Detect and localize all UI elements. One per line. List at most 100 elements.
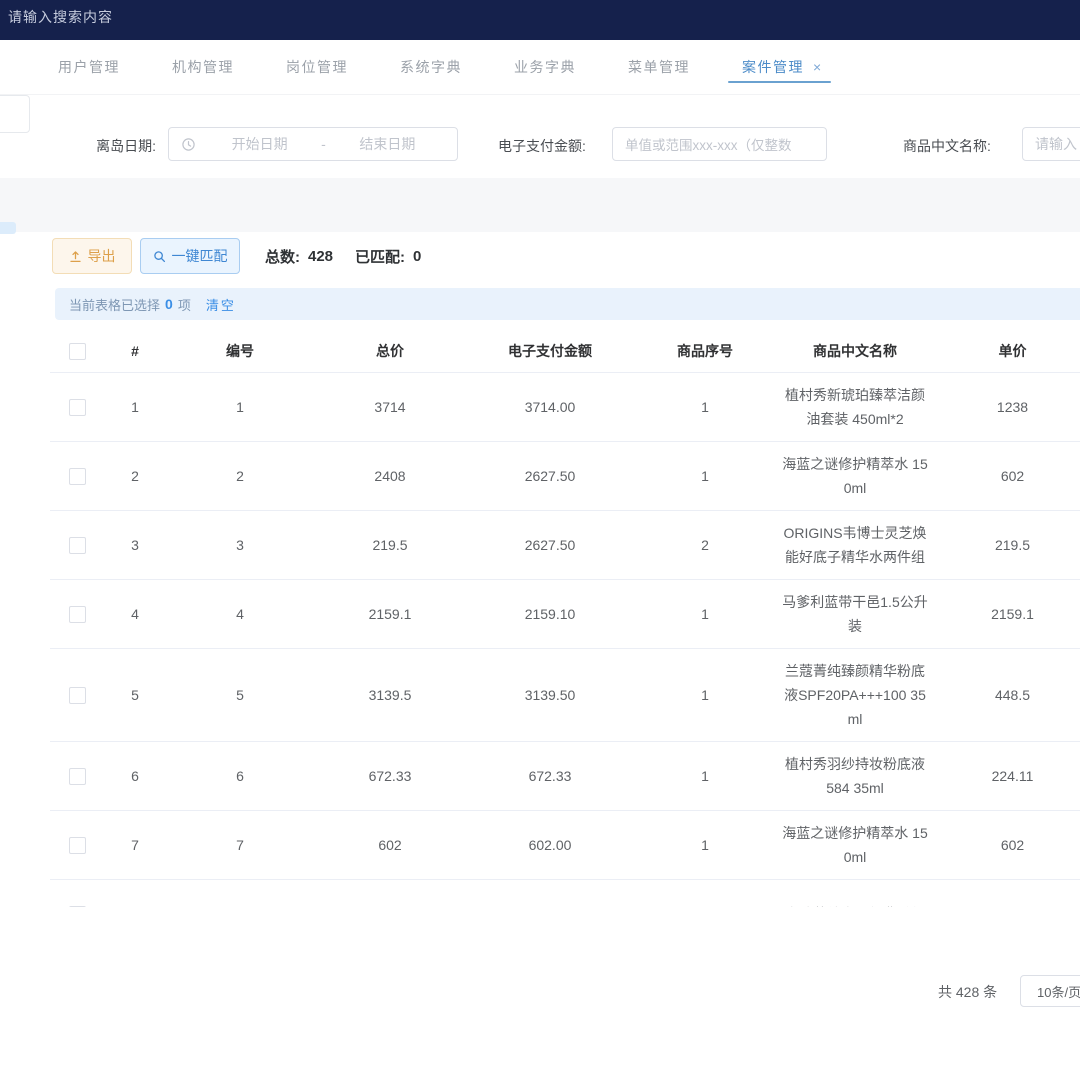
selection-prefix: 当前表格已选择 bbox=[69, 295, 160, 314]
row-checkbox[interactable] bbox=[69, 687, 86, 704]
tab-岗位管理[interactable]: 岗位管理 bbox=[286, 40, 348, 94]
column-header-epay_amount: 电子支付金额 bbox=[465, 330, 635, 372]
cell-checkbox bbox=[50, 880, 105, 907]
table-row: 553139.53139.501兰蔻菁纯臻颜精华粉底液SPF20PA+++100… bbox=[50, 649, 1080, 742]
cell-epay_amount: 1398.47 bbox=[465, 880, 635, 907]
table-header-row: #编号总价电子支付金额商品序号商品中文名称单价 bbox=[50, 330, 1080, 373]
clear-selection-link[interactable]: 清空 bbox=[206, 295, 236, 314]
cell-epay_amount: 3139.50 bbox=[465, 649, 635, 741]
product-name-input[interactable]: 请输入 bbox=[1022, 127, 1080, 161]
table-row: 33219.52627.502ORIGINS韦博士灵芝焕能好底子精华水两件组21… bbox=[50, 511, 1080, 580]
row-checkbox[interactable] bbox=[69, 399, 86, 416]
tab-label: 案件管理 bbox=[742, 57, 804, 77]
cell-code: 4 bbox=[165, 580, 315, 648]
one-click-match-button[interactable]: 一键匹配 bbox=[140, 238, 240, 274]
cell-code: 1 bbox=[165, 373, 315, 441]
row-checkbox[interactable] bbox=[69, 537, 86, 554]
date-end-placeholder: 结束日期 bbox=[330, 134, 445, 154]
close-icon[interactable]: × bbox=[813, 60, 823, 74]
cell-total_price: 219.5 bbox=[315, 511, 465, 579]
total-count-value: 428 bbox=[308, 248, 333, 265]
pagination-total: 共 428 条 bbox=[938, 982, 997, 1002]
table-row: 77602602.001海蓝之谜修护精萃水 150ml602 bbox=[50, 811, 1080, 880]
tab-系统字典[interactable]: 系统字典 bbox=[400, 40, 462, 94]
cell-total_price: 672.33 bbox=[315, 742, 465, 810]
cell-checkbox bbox=[50, 580, 105, 648]
date-range-separator: - bbox=[317, 136, 330, 152]
cell-unit_price: 224.11 bbox=[935, 742, 1080, 810]
date-filter-label: 离岛日期: bbox=[60, 136, 156, 156]
cell-code: 3 bbox=[165, 511, 315, 579]
row-checkbox[interactable] bbox=[69, 606, 86, 623]
tab-业务字典[interactable]: 业务字典 bbox=[514, 40, 576, 94]
table-body: 1137143714.001植村秀新琥珀臻萃洁颜油套装 450ml*212382… bbox=[50, 373, 1080, 907]
cell-product_seq: 1 bbox=[635, 373, 775, 441]
row-checkbox[interactable] bbox=[69, 768, 86, 785]
tab-label: 岗位管理 bbox=[286, 57, 348, 77]
tab-机构管理[interactable]: 机构管理 bbox=[172, 40, 234, 94]
cell-code: 5 bbox=[165, 649, 315, 741]
cell-index: 3 bbox=[105, 511, 165, 579]
table-row: 66672.33672.331植村秀羽纱持妆粉底液 584 35ml224.11 bbox=[50, 742, 1080, 811]
cell-index: 2 bbox=[105, 442, 165, 510]
tab-label: 业务字典 bbox=[514, 57, 576, 77]
cell-product_name: 马爹利蓝带干邑1.5公升装 bbox=[775, 580, 935, 648]
tab-label: 机构管理 bbox=[172, 57, 234, 77]
cell-unit_price: 1238 bbox=[935, 373, 1080, 441]
row-checkbox[interactable] bbox=[69, 837, 86, 854]
cell-checkbox bbox=[50, 442, 105, 510]
cell-index: 4 bbox=[105, 580, 165, 648]
row-checkbox[interactable] bbox=[69, 906, 86, 908]
cell-product_name: ORIGINS韦博士灵芝焕能好底子精华水两件组 bbox=[775, 511, 935, 579]
cell-epay_amount: 672.33 bbox=[465, 742, 635, 810]
match-button-label: 一键匹配 bbox=[172, 246, 228, 266]
row-checkbox[interactable] bbox=[69, 468, 86, 485]
matched-count-label: 已匹配: bbox=[355, 246, 405, 267]
tab-label: 系统字典 bbox=[400, 57, 462, 77]
matched-count-value: 0 bbox=[413, 248, 421, 265]
column-header-unit_price: 单价 bbox=[935, 330, 1080, 372]
cell-code: 8 bbox=[165, 880, 315, 907]
cell-epay_amount: 3714.00 bbox=[465, 373, 635, 441]
cell-unit_price: 602 bbox=[935, 442, 1080, 510]
cell-unit_price: 2159.1 bbox=[935, 580, 1080, 648]
tab-bar: 用户管理 机构管理 岗位管理 系统字典 业务字典 菜单管理 案件管理 × bbox=[0, 40, 1080, 95]
tab-案件管理[interactable]: 案件管理 × bbox=[742, 40, 823, 94]
cell-total_price: 2159.1 bbox=[315, 580, 465, 648]
tab-label: 用户管理 bbox=[58, 57, 120, 77]
global-search-input[interactable]: 请输入搜索内容 bbox=[0, 7, 113, 33]
total-count-label: 总数: bbox=[265, 246, 300, 267]
table-row: 2224082627.501海蓝之谜修护精萃水 150ml602 bbox=[50, 442, 1080, 511]
cell-checkbox bbox=[50, 811, 105, 879]
page-size-value: 10条/页 bbox=[1037, 982, 1080, 1001]
date-range-input[interactable]: 开始日期 - 结束日期 bbox=[168, 127, 458, 161]
select-all-checkbox[interactable] bbox=[69, 343, 86, 360]
tab-用户管理[interactable]: 用户管理 bbox=[58, 40, 120, 94]
cell-checkbox bbox=[50, 373, 105, 441]
cell-code: 2 bbox=[165, 442, 315, 510]
cell-code: 7 bbox=[165, 811, 315, 879]
clipped-chip bbox=[0, 222, 16, 234]
export-button-label: 导出 bbox=[88, 246, 116, 266]
cell-index: 6 bbox=[105, 742, 165, 810]
page-size-select[interactable]: 10条/页 bbox=[1020, 975, 1080, 1007]
selection-bar: 当前表格已选择 0 项 清空 bbox=[55, 288, 1080, 320]
selection-count: 0 bbox=[165, 296, 173, 312]
cell-product_seq: 1 bbox=[635, 649, 775, 741]
tab-菜单管理[interactable]: 菜单管理 bbox=[628, 40, 690, 94]
export-button[interactable]: 导出 bbox=[52, 238, 132, 274]
cell-product_seq: 1 bbox=[635, 742, 775, 810]
amount-placeholder: 单值或范围xxx-xxx（仅整数 bbox=[625, 134, 792, 154]
cell-product_seq: 1 bbox=[635, 811, 775, 879]
cell-unit_price: 466.16 bbox=[935, 880, 1080, 907]
cell-total_price: 3714 bbox=[315, 373, 465, 441]
column-header-code: 编号 bbox=[165, 330, 315, 372]
amount-input[interactable]: 单值或范围xxx-xxx（仅整数 bbox=[612, 127, 827, 161]
date-start-placeholder: 开始日期 bbox=[202, 134, 317, 154]
cell-index: 5 bbox=[105, 649, 165, 741]
cell-total_price: 2408 bbox=[315, 442, 465, 510]
cell-epay_amount: 2159.10 bbox=[465, 580, 635, 648]
cell-product_name: 卡诗菁纯亮泽经典香氛 bbox=[775, 880, 935, 907]
cell-epay_amount: 2627.50 bbox=[465, 442, 635, 510]
cell-total_price: 602 bbox=[315, 811, 465, 879]
